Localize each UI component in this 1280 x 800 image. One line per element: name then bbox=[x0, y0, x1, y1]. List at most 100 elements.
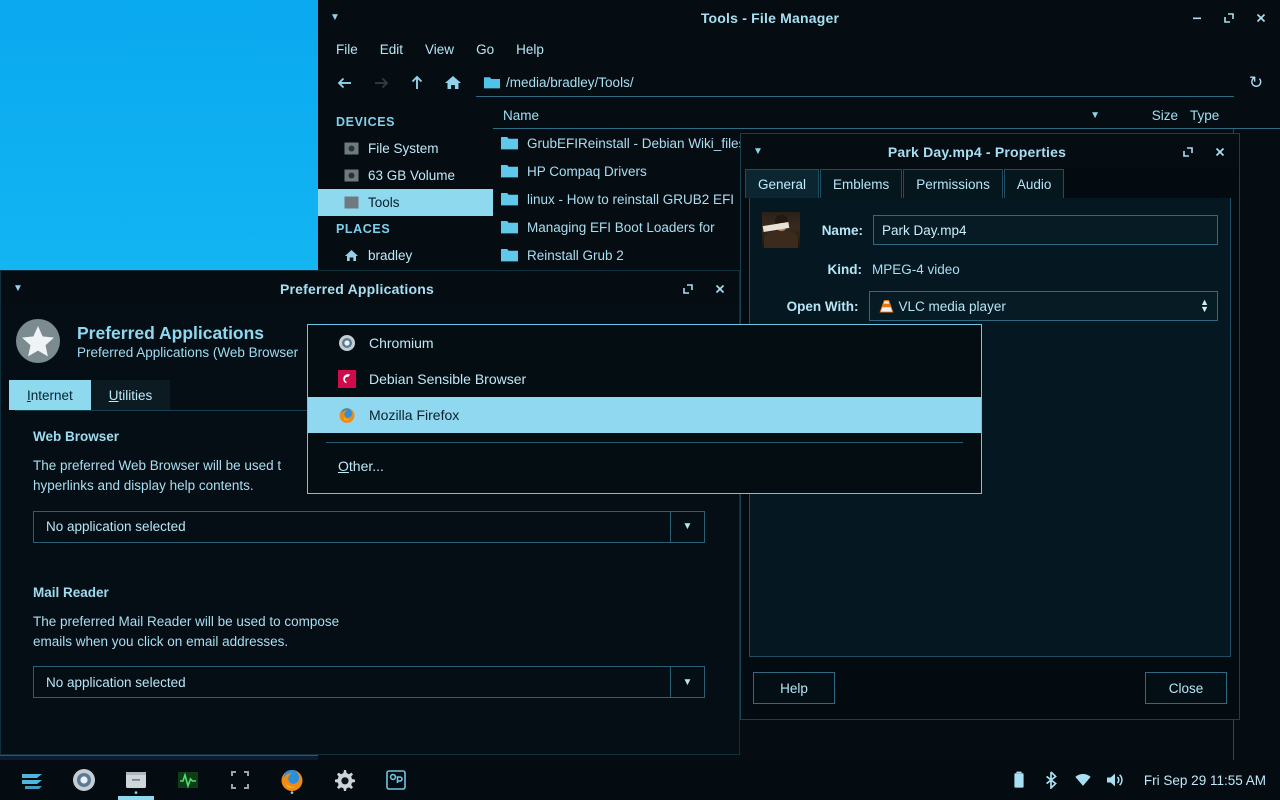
mail-reader-combobox[interactable]: No application selected ▼ bbox=[33, 666, 705, 698]
battery-icon[interactable] bbox=[1010, 771, 1028, 789]
tab-emblems[interactable]: Emblems bbox=[820, 169, 902, 198]
window-menu-icon[interactable]: ▼ bbox=[318, 12, 352, 23]
taskbar-launchers: • • bbox=[0, 760, 422, 800]
minimize-button[interactable] bbox=[1188, 9, 1206, 27]
taskbar-file-manager[interactable]: • bbox=[110, 760, 162, 800]
kind-value: MPEG-4 video bbox=[872, 262, 960, 277]
mail-reader-description: The preferred Mail Reader will be used t… bbox=[15, 600, 725, 667]
tab-general[interactable]: General bbox=[745, 169, 819, 198]
back-icon[interactable] bbox=[332, 70, 358, 96]
maximize-button[interactable] bbox=[679, 280, 697, 298]
spinner-arrows-icon[interactable]: ▲▼ bbox=[1200, 299, 1217, 313]
sidebar-label: Tools bbox=[368, 195, 400, 210]
tab-internet[interactable]: Internet bbox=[9, 380, 91, 410]
chromium-icon bbox=[338, 334, 356, 352]
drive-icon bbox=[344, 195, 359, 210]
menu-view[interactable]: View bbox=[425, 42, 454, 57]
sidebar-places-header: PLACES bbox=[318, 216, 493, 242]
menu-help[interactable]: Help bbox=[516, 42, 544, 57]
menu-edit[interactable]: Edit bbox=[380, 42, 403, 57]
browser-selection-menu: Chromium Debian Sensible Browser Mozilla… bbox=[307, 324, 982, 494]
tab-permissions[interactable]: Permissions bbox=[903, 169, 1003, 198]
sidebar-devices-header: DEVICES bbox=[318, 109, 493, 135]
name-input[interactable] bbox=[873, 215, 1218, 245]
running-indicator: • bbox=[290, 791, 294, 797]
taskbar-system-monitor[interactable] bbox=[162, 760, 214, 800]
taskbar-chromium[interactable] bbox=[58, 760, 110, 800]
bluetooth-icon[interactable] bbox=[1042, 771, 1060, 789]
reload-icon[interactable]: ↻ bbox=[1244, 71, 1268, 95]
maximize-button[interactable] bbox=[1179, 143, 1197, 161]
settings-icon bbox=[331, 767, 357, 793]
file-name-text: Reinstall Grub 2 bbox=[527, 248, 624, 263]
menu-file[interactable]: File bbox=[336, 42, 358, 57]
properties-name-row: Name: bbox=[762, 212, 1218, 248]
menu-item-other[interactable]: Other... bbox=[308, 443, 981, 488]
window-menu-icon[interactable]: ▼ bbox=[741, 146, 775, 157]
name-label: Name: bbox=[804, 223, 873, 238]
open-with-combobox[interactable]: VLC media player ▲▼ bbox=[869, 291, 1218, 321]
file-thumbnail bbox=[762, 212, 800, 248]
taskbar-screenshot[interactable] bbox=[214, 760, 266, 800]
home-icon[interactable] bbox=[440, 70, 466, 96]
running-indicator: • bbox=[134, 791, 138, 797]
folder-icon bbox=[501, 220, 518, 234]
tab-internet-label: nternet bbox=[31, 388, 73, 403]
column-header-type[interactable]: Type bbox=[1190, 108, 1280, 123]
menu-item-mozilla-firefox[interactable]: Mozilla Firefox bbox=[308, 397, 981, 433]
column-header-size[interactable]: Size bbox=[1106, 108, 1190, 123]
folder-icon bbox=[501, 164, 518, 178]
menu-item-chromium[interactable]: Chromium bbox=[308, 325, 981, 361]
maximize-button[interactable] bbox=[1220, 9, 1238, 27]
file-name-text: Managing EFI Boot Loaders for bbox=[527, 220, 715, 235]
close-button[interactable] bbox=[1211, 143, 1229, 161]
menu-go[interactable]: Go bbox=[476, 42, 494, 57]
open-with-value: VLC media player bbox=[899, 299, 1006, 314]
web-browser-combobox[interactable]: No application selected ▼ bbox=[33, 511, 705, 543]
path-text: /media/bradley/Tools/ bbox=[506, 75, 634, 90]
window-menu-icon[interactable]: ▼ bbox=[1, 283, 35, 294]
file-name-text: GrubEFIReinstall - Debian Wiki_files bbox=[527, 136, 745, 151]
sidebar-item-tools[interactable]: Tools bbox=[318, 189, 493, 216]
up-icon[interactable] bbox=[404, 70, 430, 96]
tab-audio[interactable]: Audio bbox=[1004, 169, 1065, 198]
taskbar-settings[interactable] bbox=[318, 760, 370, 800]
mail-reader-desc-line1: The preferred Mail Reader will be used t… bbox=[33, 614, 339, 629]
sidebar-item-file-system[interactable]: File System bbox=[318, 135, 493, 162]
clock[interactable]: Fri Sep 29 11:55 AM bbox=[1138, 773, 1266, 788]
path-bar[interactable]: /media/bradley/Tools/ bbox=[476, 70, 1234, 97]
chevron-down-icon[interactable]: ▼ bbox=[670, 667, 704, 697]
help-button[interactable]: Help bbox=[753, 672, 835, 704]
close-dialog-button[interactable]: Close bbox=[1145, 672, 1227, 704]
system-monitor-icon bbox=[175, 767, 201, 793]
taskbar-app[interactable] bbox=[370, 760, 422, 800]
tab-utilities[interactable]: Utilities bbox=[91, 380, 171, 410]
screenshot-icon bbox=[227, 767, 253, 793]
properties-tabs: General Emblems Permissions Audio bbox=[741, 169, 1239, 198]
folder-icon bbox=[501, 136, 518, 150]
page-subtitle: Preferred Applications (Web Browser bbox=[77, 345, 298, 360]
properties-title: Park Day.mp4 - Properties bbox=[775, 144, 1179, 160]
sidebar-item-bradley[interactable]: bradley bbox=[318, 242, 493, 269]
file-manager-title: Tools - File Manager bbox=[352, 10, 1188, 26]
close-button[interactable] bbox=[711, 280, 729, 298]
menu-item-debian-sensible-browser[interactable]: Debian Sensible Browser bbox=[308, 361, 981, 397]
close-button[interactable] bbox=[1252, 9, 1270, 27]
forward-icon[interactable] bbox=[368, 70, 394, 96]
column-header-name[interactable]: Name bbox=[493, 108, 1090, 123]
drive-icon bbox=[344, 168, 359, 183]
taskbar: • • bbox=[0, 760, 1280, 800]
file-manager-menubar: File Edit View Go Help bbox=[318, 35, 1280, 63]
taskbar-zorin-menu[interactable] bbox=[6, 760, 58, 800]
sort-arrow-icon: ▼ bbox=[1090, 110, 1106, 121]
wifi-icon[interactable] bbox=[1074, 771, 1092, 789]
web-browser-desc-line2: hyperlinks and display help contents. bbox=[33, 478, 254, 493]
tab-utilities-label: tilities bbox=[119, 388, 153, 403]
volume-icon[interactable] bbox=[1106, 771, 1124, 789]
menu-item-label: Mozilla Firefox bbox=[369, 407, 459, 423]
sidebar-item-63gb-volume[interactable]: 63 GB Volume bbox=[318, 162, 493, 189]
properties-kind-row: Kind: MPEG-4 video bbox=[762, 262, 1218, 277]
sidebar-label: bradley bbox=[368, 248, 412, 263]
taskbar-firefox[interactable]: • bbox=[266, 760, 318, 800]
chevron-down-icon[interactable]: ▼ bbox=[670, 512, 704, 542]
